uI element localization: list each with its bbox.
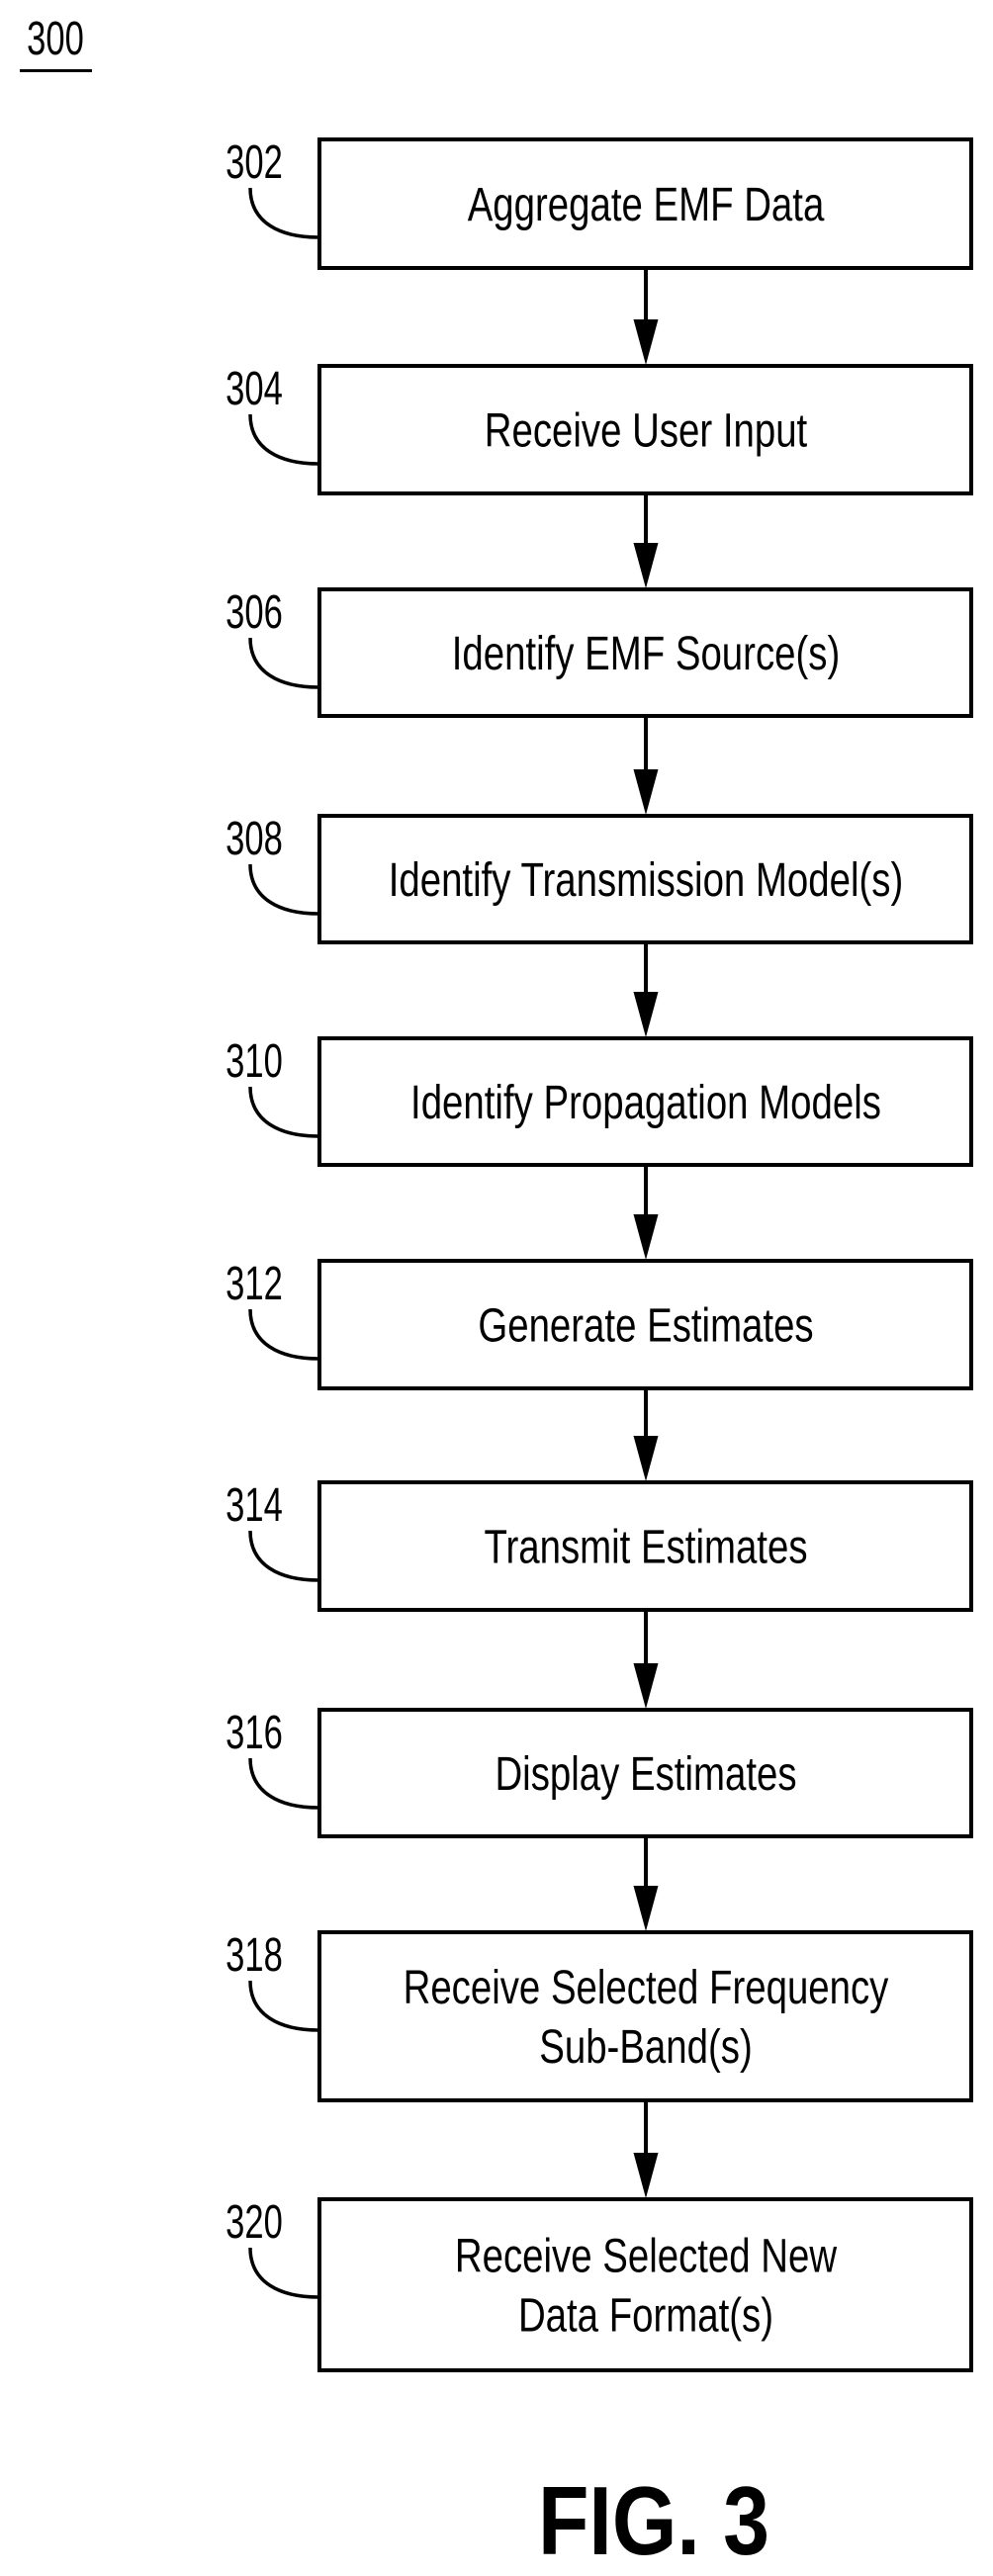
step-text-line: Transmit Estimates <box>484 1522 807 1574</box>
arrow-head-icon <box>633 2153 659 2198</box>
figure-number-label: 300 <box>27 11 84 64</box>
flow-arrow <box>633 942 659 1037</box>
flowchart-figure: 300 Aggregate EMF Data 302 Receive User In… <box>20 11 973 2575</box>
step-text-line: Data Format(s) <box>518 2290 773 2343</box>
flowchart-step-318: Receive Selected Frequency Sub-Band(s) 318 <box>226 1927 973 2102</box>
step-reference-numeral: 312 <box>226 1256 283 1309</box>
step-text-line: Receive User Input <box>485 405 807 458</box>
arrow-head-icon <box>633 1663 659 1709</box>
arrow-head-icon <box>633 1214 659 1260</box>
flow-arrow <box>633 268 659 365</box>
step-text-line: Aggregate EMF Data <box>468 179 825 231</box>
flow-arrow <box>633 2100 659 2198</box>
flowchart-step-320: Receive Selected New Data Format(s) 320 <box>226 2194 973 2372</box>
step-reference-numeral: 306 <box>226 584 283 638</box>
flow-arrow <box>633 1836 659 1931</box>
step-reference-numeral: 308 <box>226 811 283 864</box>
step-text-line: Identify EMF Source(s) <box>452 628 841 680</box>
step-text-line: Generate Estimates <box>478 1300 813 1353</box>
leader-line <box>248 1308 319 1361</box>
flowchart-step-310: Identify Propagation Models 310 <box>226 1033 973 1167</box>
flowchart-steps: Aggregate EMF Data 302 Receive User Input 3… <box>226 134 973 2372</box>
step-reference-numeral: 320 <box>226 2194 283 2248</box>
step-text-line: Identify Transmission Model(s) <box>389 854 904 907</box>
step-reference-numeral: 318 <box>226 1927 283 1981</box>
step-box <box>317 2197 973 2372</box>
step-reference-numeral: 310 <box>226 1033 283 1087</box>
flow-arrow <box>633 716 659 815</box>
flowchart-step-302: Aggregate EMF Data 302 <box>226 134 973 270</box>
leader-line <box>248 1530 319 1582</box>
flowchart-step-306: Identify EMF Source(s) 306 <box>226 584 973 718</box>
leader-line <box>248 1086 319 1138</box>
step-reference-numeral: 314 <box>226 1477 283 1531</box>
arrow-head-icon <box>633 543 659 588</box>
flowchart-step-316: Display Estimates 316 <box>226 1705 973 1838</box>
arrow-head-icon <box>633 992 659 1037</box>
flowchart-step-314: Transmit Estimates 314 <box>226 1477 973 1612</box>
arrow-head-icon <box>633 319 659 365</box>
leader-line <box>248 637 319 689</box>
leader-line <box>248 1980 319 2032</box>
leader-line <box>248 2247 319 2299</box>
step-text-line: Receive Selected New <box>455 2231 838 2283</box>
arrow-head-icon <box>633 1886 659 1931</box>
arrow-head-icon <box>633 1436 659 1481</box>
leader-line <box>248 413 319 466</box>
leader-line <box>248 187 319 239</box>
arrow-head-icon <box>633 769 659 815</box>
flow-arrow <box>633 1388 659 1481</box>
leader-line <box>248 1757 319 1810</box>
flow-arrow <box>633 493 659 588</box>
connectors <box>633 268 659 2198</box>
figure-number-underline <box>20 69 92 72</box>
leader-line <box>248 863 319 916</box>
step-reference-numeral: 302 <box>226 134 283 188</box>
step-box <box>317 1930 973 2102</box>
figure-caption: FIG. 3 <box>538 2467 769 2575</box>
flow-arrow <box>633 1610 659 1709</box>
step-text-line: Display Estimates <box>495 1748 796 1801</box>
step-text-line: Identify Propagation Models <box>410 1077 881 1129</box>
step-reference-numeral: 316 <box>226 1705 283 1758</box>
step-reference-numeral: 304 <box>226 361 283 414</box>
step-text-line: Sub-Band(s) <box>539 2021 753 2074</box>
step-text-line: Receive Selected Frequency <box>404 1962 889 2014</box>
flow-arrow <box>633 1165 659 1260</box>
flowchart-step-312: Generate Estimates 312 <box>226 1256 973 1390</box>
figure-number: 300 <box>20 11 92 72</box>
flowchart-step-304: Receive User Input 304 <box>226 361 973 495</box>
flowchart-step-308: Identify Transmission Model(s) 308 <box>226 811 973 944</box>
